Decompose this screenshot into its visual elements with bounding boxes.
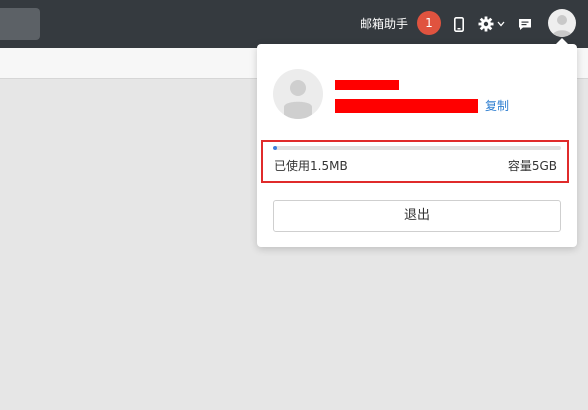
message-icon[interactable] [517,14,533,34]
profile-avatar [273,69,323,119]
top-navigation-bar: 邮箱助手 1 [0,0,588,48]
storage-used-label: 已使用1.5MB [274,159,348,173]
chevron-down-icon[interactable] [496,14,506,34]
copy-email-link[interactable]: 复制 [485,98,509,114]
avatar[interactable] [548,9,576,37]
account-popup: 复制 已使用1.5MB 容量5GB 退出 [257,38,577,247]
storage-capacity-label: 容量5GB [507,159,557,173]
storage-progress-fill [273,146,277,150]
redacted-username [335,80,399,90]
mail-assistant-link[interactable]: 邮箱助手 [360,14,408,34]
popup-arrow [556,38,568,44]
phone-icon[interactable] [452,14,466,34]
notification-badge[interactable]: 1 [417,11,441,35]
logout-button[interactable]: 退出 [273,200,561,232]
search-box[interactable] [0,8,40,40]
storage-progress-bar [273,146,561,150]
gear-icon[interactable] [477,14,495,34]
storage-quota-highlight: 已使用1.5MB 容量5GB [261,140,569,183]
redacted-email [335,99,478,113]
